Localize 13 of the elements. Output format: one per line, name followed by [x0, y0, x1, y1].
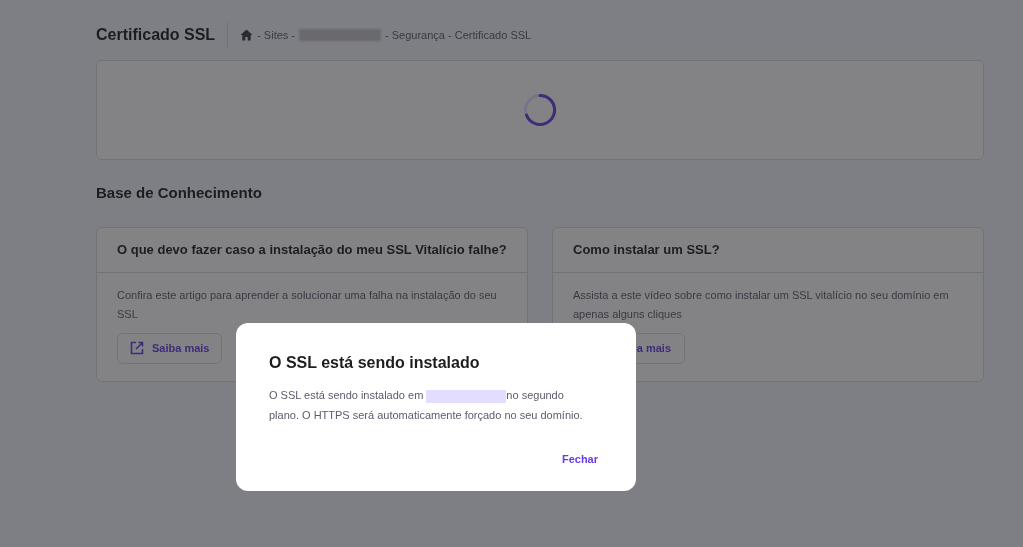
external-link-icon: [130, 341, 144, 355]
page-title: Certificado SSL: [96, 25, 217, 45]
article-title: Como instalar um SSL?: [573, 240, 720, 259]
section-title: Base de Conhecimento: [96, 183, 263, 203]
breadcrumb-text: - Sites -: [257, 27, 296, 43]
close-button[interactable]: Fechar: [561, 450, 603, 467]
article-description: Assista a este vídeo sobre como instalar um SSL vitalício no seu domínio em apenas alguns cliques: [573, 287, 950, 322]
home-icon[interactable]: [240, 29, 254, 41]
dialog-title: O SSL está sendo instalado: [269, 353, 481, 373]
article-description: Confira este artigo para aprender a solucionar uma falha na instalação do seu SSL: [117, 287, 498, 322]
article-title: O que devo fazer caso a instalação do meu SSL Vitalício falhe?: [117, 240, 507, 259]
dialog-message: O SSL está sendo instalado em no segundo plano. O HTTPS será automaticamente forçado no seu domínio.: [269, 388, 584, 423]
breadcrumb-text: - Segurança - Certificado SSL: [385, 27, 532, 43]
